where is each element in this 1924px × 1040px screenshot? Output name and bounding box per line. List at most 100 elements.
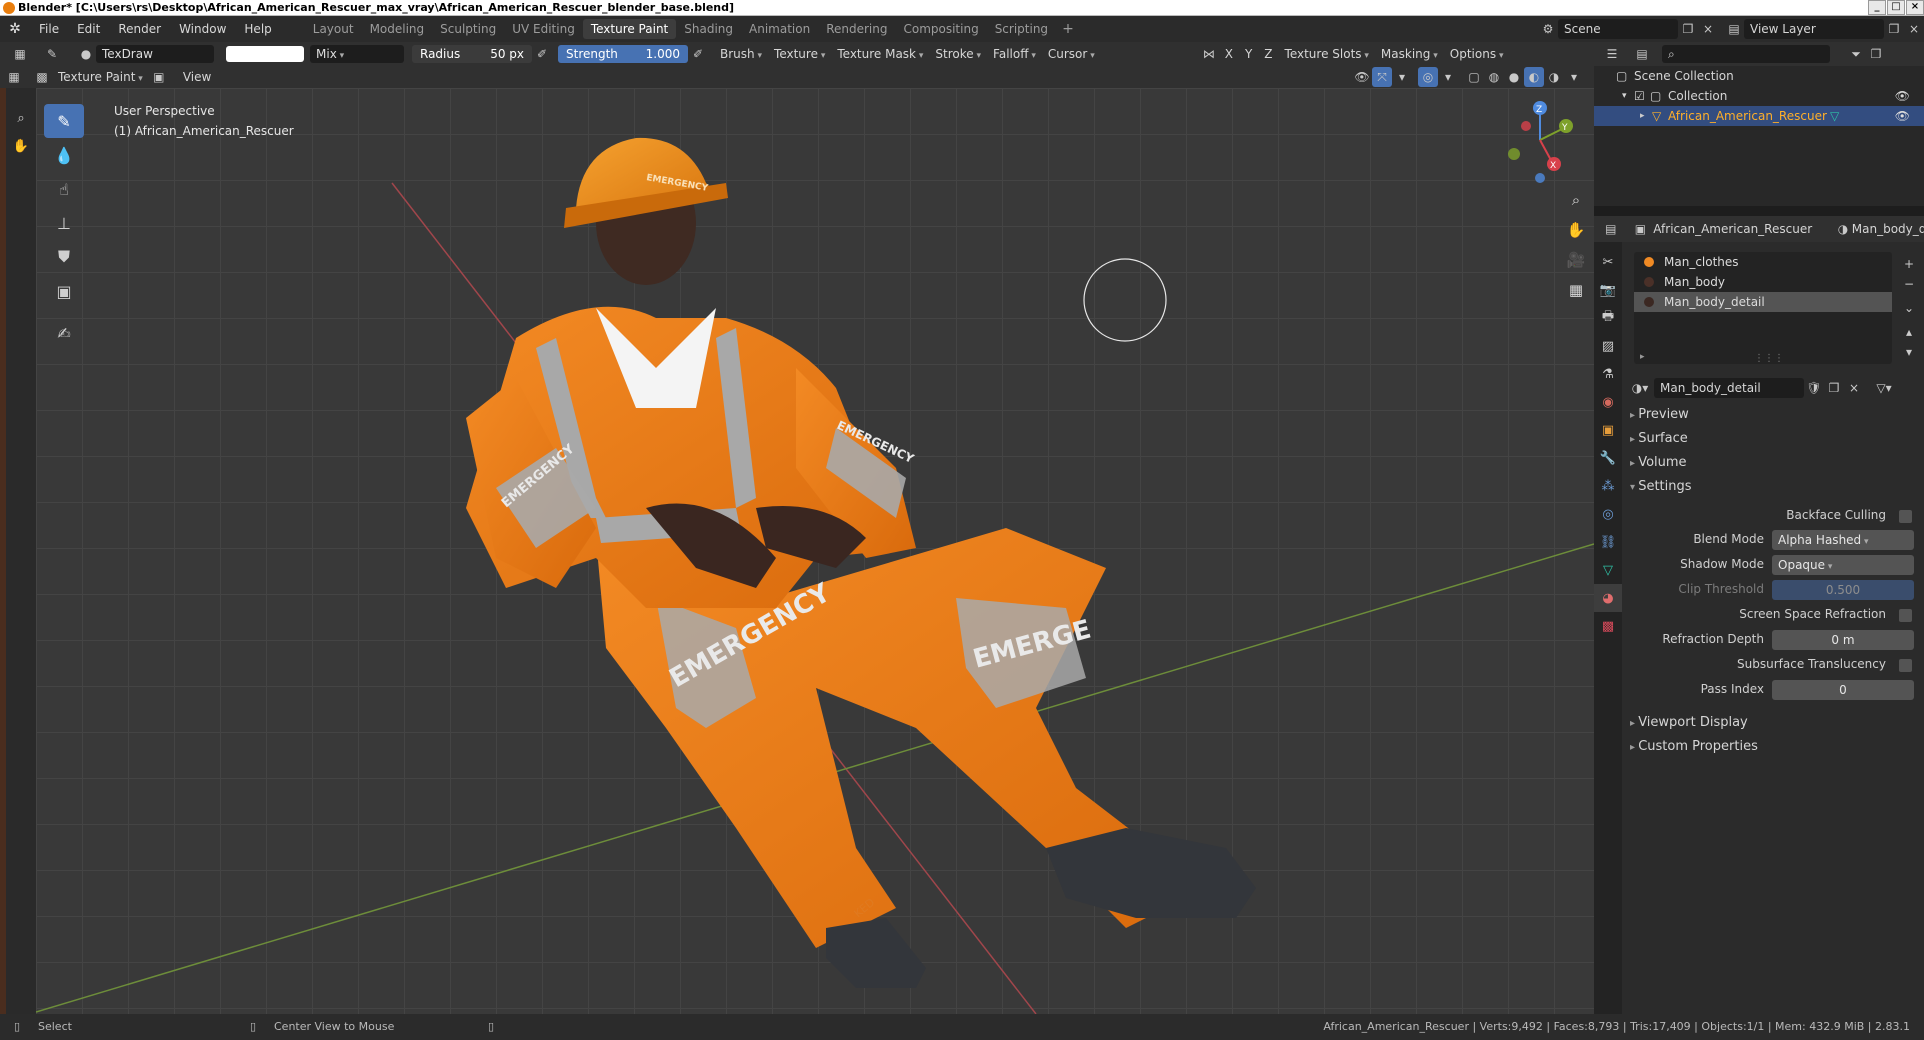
outliner-row-object[interactable]: ▸ ▽ African_American_Rescuer ▽ 👁 [1594, 106, 1924, 126]
menu-file[interactable]: File [30, 16, 68, 42]
cursor-dropdown[interactable]: Cursor [1042, 44, 1101, 64]
delete-scene-icon[interactable]: × [1698, 19, 1718, 39]
object-visibility-icon[interactable]: 👁 [1895, 106, 1910, 126]
link-dropdown-icon[interactable]: ▽▾ [1874, 378, 1894, 398]
ortho-toggle-icon[interactable]: ▦ [1564, 278, 1588, 302]
material-preview-shading-icon[interactable]: ◐ [1524, 67, 1544, 87]
smear-tool-icon[interactable]: ☝ [44, 172, 84, 206]
outliner-editor-icon[interactable]: ☰ [1602, 44, 1622, 64]
delete-view-layer-icon[interactable]: × [1904, 19, 1924, 39]
slot-list-resize-handle[interactable]: ⋮⋮⋮ [1754, 353, 1784, 364]
menu-help[interactable]: Help [235, 16, 280, 42]
zoom-icon[interactable]: ⌕ [1564, 188, 1588, 212]
annotate-tool-icon[interactable]: ✍ [44, 316, 84, 350]
view-layer-tab-icon[interactable]: ▨ [1594, 332, 1622, 360]
pass-index-field[interactable]: 0 [1772, 680, 1914, 700]
add-workspace-icon[interactable]: + [1056, 21, 1080, 37]
material-slot-clothes[interactable]: Man_clothes [1634, 252, 1892, 272]
unlink-material-icon[interactable]: × [1844, 378, 1864, 398]
panel-custom-properties[interactable]: Custom Properties [1630, 736, 1758, 758]
strength-pressure-icon[interactable]: ✐ [688, 44, 708, 64]
material-tab-icon[interactable]: ◕ [1594, 584, 1622, 612]
render-tab-icon[interactable]: 📷 [1594, 276, 1622, 304]
panel-volume[interactable]: Volume [1630, 452, 1686, 474]
gizmo-dropdown-icon[interactable]: ▾ [1392, 67, 1412, 87]
tab-uv-editing[interactable]: UV Editing [504, 19, 583, 39]
material-slot-body-detail[interactable]: Man_body_detail [1634, 292, 1892, 312]
object-expand-icon[interactable]: ▸ [1640, 106, 1645, 126]
slot-specials-icon[interactable]: ⌄ [1900, 298, 1918, 318]
world-tab-icon[interactable]: ◉ [1594, 388, 1622, 416]
fill-tool-icon[interactable]: ⛊ [44, 240, 84, 274]
camera-view-icon[interactable]: 🎥 [1564, 248, 1588, 272]
texture-dropdown[interactable]: Texture [768, 44, 831, 64]
xray-toggle-icon[interactable]: ▢ [1464, 67, 1484, 87]
paint-mask-toggle-icon[interactable]: ▣ [149, 67, 169, 87]
blend-mode-dropdown[interactable]: Mix [310, 45, 404, 63]
move-slot-up-icon[interactable]: ▴ [1900, 322, 1918, 342]
outliner-row-collection[interactable]: ▾ ☑ ▢ Collection 👁 [1594, 86, 1924, 106]
view-layer-field[interactable]: View Layer [1744, 19, 1884, 39]
mask-tool-icon[interactable]: ▣ [44, 274, 84, 308]
tab-texture-paint[interactable]: Texture Paint [582, 19, 677, 39]
masking-dropdown[interactable]: Masking [1375, 44, 1444, 64]
physics-tab-icon[interactable]: ◎ [1594, 500, 1622, 528]
tab-animation[interactable]: Animation [741, 19, 818, 39]
brush-preview-icon[interactable]: ● [76, 44, 96, 64]
display-mode-icon[interactable]: ▤ [1632, 44, 1652, 64]
particles-tab-icon[interactable]: ⁂ [1594, 472, 1622, 500]
slot-list-expand-icon[interactable]: ▸ [1640, 352, 1645, 362]
brush-color-swatch[interactable] [226, 46, 304, 62]
object-data-icon[interactable]: ▽ [1830, 106, 1839, 126]
constraints-tab-icon[interactable]: ⛓ [1594, 528, 1622, 556]
data-tab-icon[interactable]: ▽ [1594, 556, 1622, 584]
brush-dropdown[interactable]: Brush [714, 44, 768, 64]
mirror-z-toggle[interactable]: Z [1258, 44, 1278, 64]
mirror-x-toggle[interactable]: X [1219, 44, 1239, 64]
gizmo-toggle-icon[interactable]: ⤧ [1372, 67, 1392, 87]
tab-shading[interactable]: Shading [676, 19, 741, 39]
minimize-button[interactable]: _ [1868, 0, 1886, 15]
overlay-toggle-icon[interactable]: ◎ [1418, 67, 1438, 87]
rendered-shading-icon[interactable]: ◑ [1544, 67, 1564, 87]
add-slot-icon[interactable]: + [1900, 254, 1918, 274]
options-dropdown[interactable]: Options [1444, 44, 1510, 64]
3d-viewport[interactable]: EMERGENCY EMERGE KED EMERGENCY EMERGENCY… [36, 88, 1594, 1014]
backface-culling-checkbox[interactable] [1899, 510, 1912, 523]
draw-tool-icon[interactable]: ✎ [44, 104, 84, 138]
texture-slots-dropdown[interactable]: Texture Slots [1279, 44, 1375, 64]
blender-logo-icon[interactable]: ✲ [0, 16, 30, 42]
duplicate-material-icon[interactable]: ❐ [1824, 378, 1844, 398]
material-browse-icon[interactable]: ◑▾ [1630, 378, 1650, 398]
properties-editor-icon[interactable]: ▤ [1602, 219, 1620, 239]
collection-visibility-icon[interactable]: 👁 [1895, 86, 1910, 106]
panel-viewport-display[interactable]: Viewport Display [1630, 712, 1748, 734]
wireframe-shading-icon[interactable]: ◍ [1484, 67, 1504, 87]
shading-dropdown-icon[interactable]: ▾ [1564, 67, 1584, 87]
panel-settings[interactable]: Settings [1630, 476, 1691, 498]
collection-expand-icon[interactable]: ▾ [1622, 86, 1627, 106]
refraction-depth-field[interactable]: 0 m [1772, 630, 1914, 650]
view-menu[interactable]: View [177, 67, 217, 87]
texture-mask-dropdown[interactable]: Texture Mask [831, 44, 929, 64]
menu-window[interactable]: Window [170, 16, 235, 42]
new-view-layer-icon[interactable]: ❐ [1884, 19, 1904, 39]
solid-shading-icon[interactable]: ● [1504, 67, 1524, 87]
tab-layout[interactable]: Layout [305, 19, 362, 39]
material-name-field[interactable]: Man_body_detail [1654, 378, 1804, 398]
symmetry-icon[interactable]: ⋈ [1199, 44, 1219, 64]
scene-field[interactable]: Scene [1558, 19, 1678, 39]
view-layer-icon[interactable]: ▤ [1724, 19, 1744, 39]
close-window-button[interactable]: × [1906, 0, 1924, 15]
tab-sculpting[interactable]: Sculpting [432, 19, 504, 39]
tab-scripting[interactable]: Scripting [987, 19, 1056, 39]
scene-icon[interactable]: ⚙ [1538, 19, 1558, 39]
panel-preview[interactable]: Preview [1630, 404, 1689, 426]
output-tab-icon[interactable]: 🖶 [1594, 304, 1622, 332]
radius-pressure-icon[interactable]: ✐ [532, 44, 552, 64]
editor-menu-icon[interactable]: ▦ [4, 67, 24, 87]
maximize-button[interactable]: □ [1887, 0, 1905, 15]
falloff-dropdown[interactable]: Falloff [987, 44, 1042, 64]
collection-checkbox[interactable]: ☑ [1634, 86, 1645, 106]
outliner-search-input[interactable]: ⌕ [1662, 45, 1830, 63]
